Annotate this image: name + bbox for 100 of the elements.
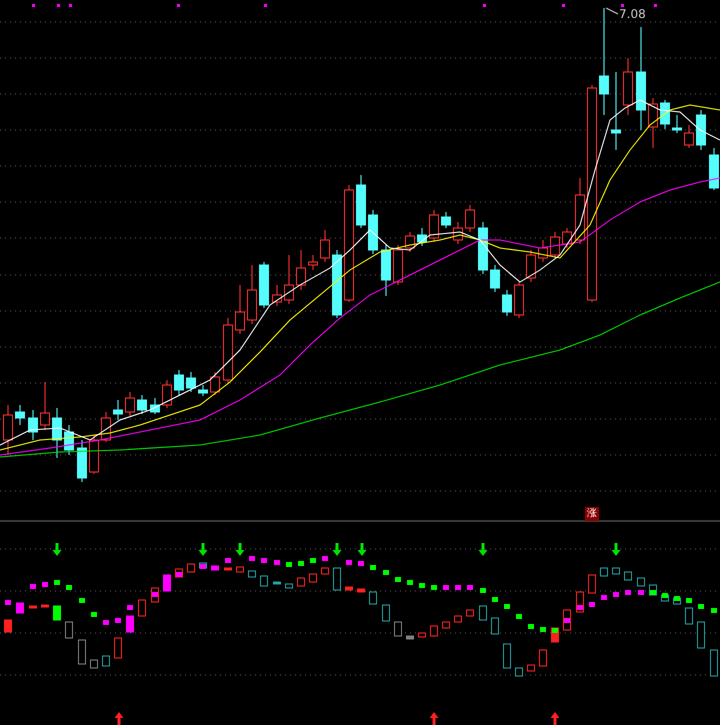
rise-signal-badge: 涨 xyxy=(585,507,599,521)
indicator-bar xyxy=(16,602,24,614)
indicator-bar xyxy=(138,600,146,616)
indicator-bar xyxy=(41,604,49,608)
indicator-bar xyxy=(479,606,487,620)
indicator-bar xyxy=(394,622,402,636)
indicator-bar xyxy=(333,568,341,590)
up-arrow-icon xyxy=(430,712,438,725)
candlestick xyxy=(223,318,233,384)
indicator-bar xyxy=(90,660,98,668)
indicator-bar xyxy=(126,616,134,632)
candlestick xyxy=(417,228,427,246)
candlestick xyxy=(296,250,306,290)
candlestick xyxy=(284,254,294,304)
candlestick xyxy=(465,204,475,232)
indicator-bar xyxy=(382,604,390,622)
indicator-bar xyxy=(430,626,438,636)
indicator-bar xyxy=(454,616,462,622)
candlestick xyxy=(684,124,694,148)
indicator-bar xyxy=(539,650,547,666)
candlestick xyxy=(623,58,633,116)
indicator-bar xyxy=(466,610,474,616)
indicator-bar xyxy=(697,622,705,648)
indicator-bar xyxy=(309,574,317,582)
indicator-bar xyxy=(612,568,620,574)
indicator-bar xyxy=(114,638,122,658)
indicator-bar xyxy=(321,568,329,574)
candlestick xyxy=(502,290,512,316)
candlestick xyxy=(441,212,451,228)
down-arrow-icon xyxy=(198,543,208,556)
candlestick xyxy=(210,372,220,396)
candlestick xyxy=(562,228,572,248)
candlestick xyxy=(137,394,147,414)
candlestick xyxy=(550,232,560,258)
candlestick xyxy=(660,100,670,130)
indicator-bar xyxy=(685,608,693,624)
candlestick xyxy=(15,404,25,426)
indicator-bar xyxy=(248,570,256,578)
candlestick xyxy=(490,264,500,292)
indicator-bar xyxy=(297,578,305,586)
indicator-bar xyxy=(285,584,293,588)
candlestick xyxy=(40,382,50,430)
candlestick xyxy=(320,230,330,262)
candlestick xyxy=(332,250,342,318)
down-arrow-icon xyxy=(358,543,366,556)
candlestick xyxy=(405,232,415,252)
high-price-label: 7.08 xyxy=(619,8,646,21)
indicator-bar xyxy=(273,582,281,584)
candlestick xyxy=(89,434,99,474)
indicator-bar xyxy=(406,636,414,640)
candlestick xyxy=(3,404,13,456)
indicator-bar xyxy=(515,668,523,676)
indicator-bar xyxy=(236,566,244,572)
indicator-bar xyxy=(345,586,353,590)
candlestick xyxy=(272,284,282,306)
candlestick xyxy=(150,398,160,414)
candlestick xyxy=(28,410,38,440)
candlestick xyxy=(198,384,208,396)
candlestick xyxy=(259,262,269,308)
indicator-bar xyxy=(211,566,219,570)
candlestick xyxy=(696,110,706,150)
indicator-bar xyxy=(163,574,171,592)
indicator-bar xyxy=(78,640,86,664)
candlestick xyxy=(308,254,318,270)
candlestick xyxy=(64,424,74,456)
candlestick xyxy=(709,148,719,190)
indicator-bar xyxy=(260,576,268,586)
indicator-bar xyxy=(503,644,511,668)
up-arrow-icon xyxy=(550,712,560,725)
indicator-bar xyxy=(53,606,61,620)
indicator-bar xyxy=(65,622,73,638)
indicator-bar xyxy=(588,574,596,594)
candlestick xyxy=(247,264,257,324)
candlestick xyxy=(52,408,62,458)
down-arrow-icon xyxy=(478,543,488,556)
candlestick xyxy=(538,240,548,262)
indicator-bar xyxy=(418,632,426,638)
indicator-bar xyxy=(600,568,608,576)
down-arrow-icon xyxy=(52,543,62,556)
candlestick xyxy=(77,440,87,482)
indicator-bar xyxy=(102,656,110,666)
indicator-bar xyxy=(29,606,37,608)
candlestick xyxy=(526,250,536,282)
candlestick xyxy=(125,392,135,416)
indicator-bar xyxy=(4,620,12,632)
up-arrow-icon xyxy=(114,712,124,725)
candlestick xyxy=(514,282,524,318)
indicator-bar xyxy=(491,618,499,634)
indicator-bar xyxy=(224,568,232,570)
candlestick xyxy=(235,284,245,334)
candlestick xyxy=(393,244,403,286)
candlestick xyxy=(381,244,391,296)
candlestick xyxy=(113,400,123,420)
indicator-bar xyxy=(527,664,535,672)
leader-line xyxy=(606,8,618,14)
candlestick xyxy=(356,174,366,228)
indicator-bar xyxy=(624,572,632,580)
indicator-bar xyxy=(637,578,645,586)
indicator-bar xyxy=(442,622,450,628)
candlestick xyxy=(174,370,184,396)
